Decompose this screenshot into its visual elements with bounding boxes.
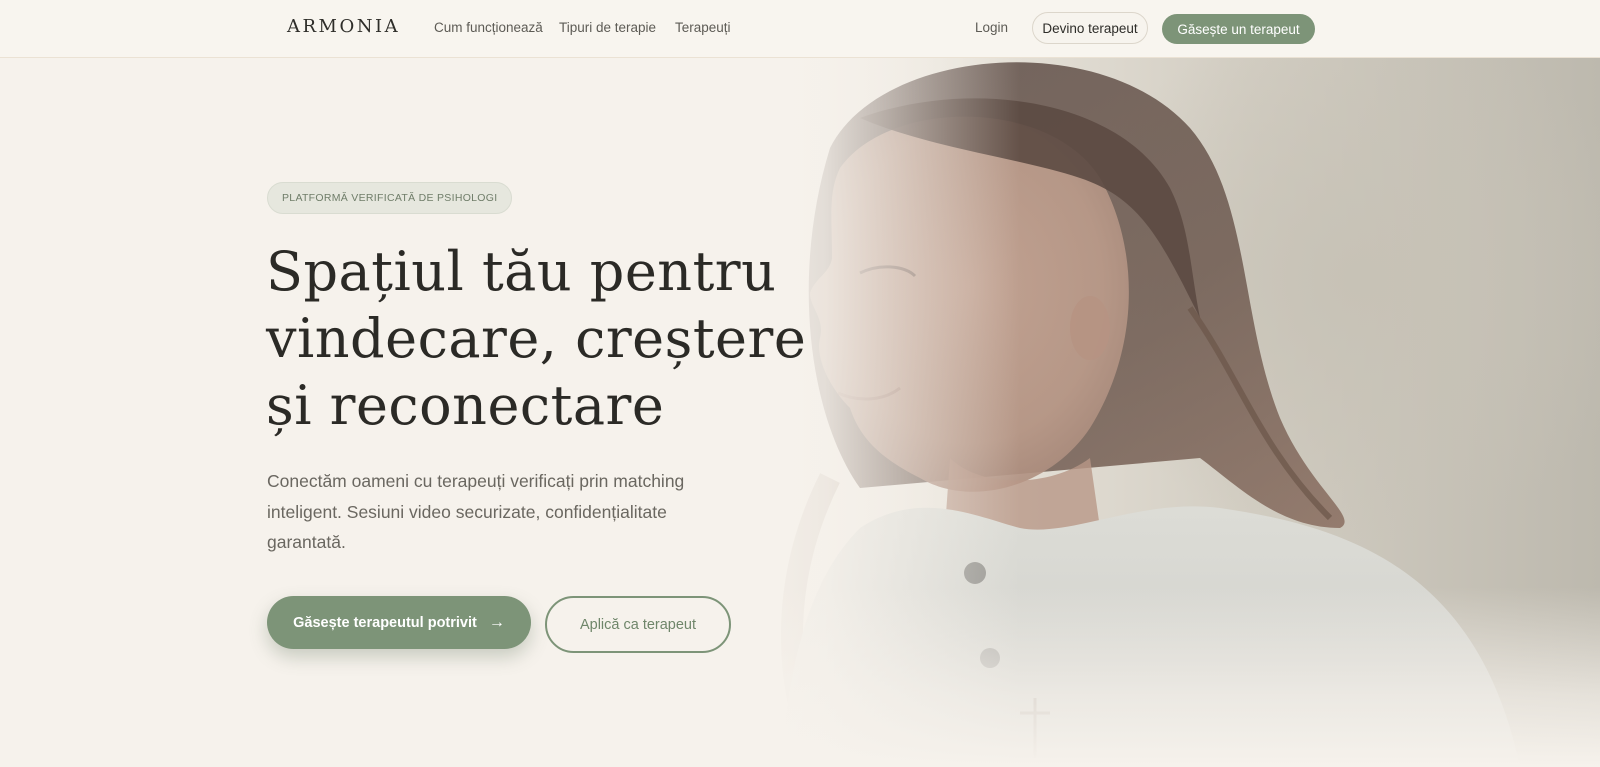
apply-as-therapist-button[interactable]: Aplică ca terapeut: [545, 596, 731, 653]
find-matching-therapist-button[interactable]: Găsește terapeutul potrivit →: [267, 596, 531, 649]
landing-page: ARMONIA Cum funcționează Tipuri de terap…: [0, 0, 1600, 767]
verified-badge: PLATFORMĂ VERIFICATĂ DE PSIHOLOGI: [267, 182, 513, 214]
nav-link-how-it-works[interactable]: Cum funcționează: [434, 20, 543, 35]
nav-link-therapy-types[interactable]: Tipuri de terapie: [559, 20, 656, 35]
nav-link-therapists[interactable]: Terapeuți: [675, 20, 731, 35]
find-matching-therapist-label: Găsește terapeutul potrivit: [293, 614, 477, 631]
become-therapist-button[interactable]: Devino terapeut: [1032, 12, 1148, 44]
hero-photo: [720, 58, 1600, 767]
hero-subtext: Conectăm oameni cu terapeuți verificați …: [267, 471, 685, 552]
photo-fade-bottom: [720, 587, 1600, 767]
top-navigation: ARMONIA Cum funcționează Tipuri de terap…: [0, 0, 1600, 58]
find-therapist-button[interactable]: Găsește un terapeut: [1162, 14, 1315, 44]
logo[interactable]: ARMONIA: [287, 16, 400, 37]
arrow-right-icon: →: [488, 613, 505, 631]
login-link[interactable]: Login: [975, 20, 1008, 35]
hero-headline: Spațiul tău pentru vindecare, creștere ș…: [266, 240, 807, 437]
